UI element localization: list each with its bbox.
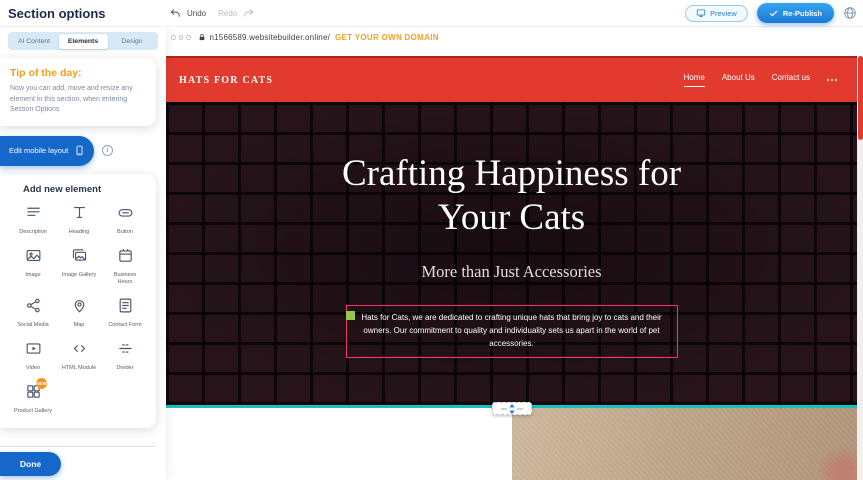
social-media-icon [25, 297, 42, 319]
site-logo[interactable]: HATS FOR CATS [179, 75, 273, 86]
element-tile-map[interactable]: Map [56, 297, 102, 329]
add-element-card: Add new element Description Heading Butt… [0, 174, 156, 429]
done-button[interactable]: Done [0, 452, 61, 476]
hero-title-line2: Your Cats [342, 196, 681, 240]
image-gallery-icon [71, 247, 88, 269]
element-tile-description[interactable]: Description [10, 204, 56, 236]
element-tile-business-hours[interactable]: Business Hours [102, 247, 148, 286]
topbar-actions: Preview Re-Publish [685, 3, 857, 23]
tip-body: Now you can add, move and resize any ele… [10, 84, 144, 116]
button-icon [117, 204, 134, 226]
edit-mobile-label: Edit mobile layout [9, 146, 68, 155]
site-preview: HATS FOR CATS Home About Us Contact us C… [166, 56, 857, 480]
redo-label[interactable]: Redo [218, 9, 237, 18]
redo-icon[interactable] [243, 8, 254, 19]
nav-more-icon[interactable] [827, 79, 837, 81]
hero-section[interactable]: Crafting Happiness for Your Cats More th… [166, 102, 857, 408]
site-url: n1566589.websitebuilder.online/ [210, 33, 331, 42]
video-icon [25, 340, 42, 362]
browser-bar: n1566589.websitebuilder.online/ GET YOUR… [166, 27, 863, 48]
resize-handle[interactable] [346, 311, 355, 320]
nav-item-contact[interactable]: Contact us [772, 73, 810, 87]
element-tile-product-gallery[interactable]: NEW Product Gallery [10, 383, 56, 415]
history-controls: Undo Redo [170, 8, 254, 19]
republish-label: Re-Publish [783, 9, 822, 18]
phone-icon [74, 143, 85, 158]
browser-dots [171, 35, 191, 40]
tip-heading: Tip of the day: [10, 67, 144, 79]
hero-paragraph-text: Hats for Cats, we are dedicated to craft… [361, 313, 661, 348]
contact-form-icon [117, 297, 134, 319]
browser-dot [171, 35, 176, 40]
arrows-icon [499, 404, 525, 414]
preview-button[interactable]: Preview [685, 5, 748, 22]
heading-icon [71, 204, 88, 226]
topbar: Section options Undo Redo Preview Re-Pub… [0, 0, 863, 27]
element-tile-heading[interactable]: Heading [56, 204, 102, 236]
undo-label[interactable]: Undo [187, 9, 206, 18]
preview-label: Preview [710, 9, 737, 18]
element-tile-social-media[interactable]: Social Media [10, 297, 56, 329]
left-panel: AI Content Elements Design Tip of the da… [0, 27, 166, 480]
hero-title[interactable]: Crafting Happiness for Your Cats [342, 152, 681, 239]
element-tile-image[interactable]: Image [10, 247, 56, 286]
tab-elements[interactable]: Elements [59, 34, 108, 49]
monitor-icon [696, 8, 706, 18]
get-domain-link[interactable]: GET YOUR OWN DOMAIN [335, 33, 439, 42]
business-hours-icon [117, 247, 134, 269]
site-nav: Home About Us Contact us [684, 58, 838, 102]
scrollbar-thumb[interactable] [858, 56, 863, 140]
panel-divider [0, 446, 156, 447]
tab-ai-content[interactable]: AI Content [10, 34, 59, 49]
element-tile-button[interactable]: Button [102, 204, 148, 236]
section-resize-handle[interactable] [492, 402, 532, 415]
info-icon[interactable]: i [102, 145, 113, 156]
lock-icon [198, 33, 206, 42]
element-tile-contact-form[interactable]: Contact Form [102, 297, 148, 329]
browser-dot [186, 35, 191, 40]
site-header[interactable]: HATS FOR CATS Home About Us Contact us [166, 56, 857, 102]
page-title: Section options [8, 6, 106, 21]
element-tile-video[interactable]: Video [10, 340, 56, 372]
html-module-icon [71, 340, 88, 362]
new-badge: NEW [36, 378, 47, 389]
hero-subtitle[interactable]: More than Just Accessories [421, 262, 601, 282]
hero-title-line1: Crafting Happiness for [342, 152, 681, 196]
next-section-image[interactable] [512, 408, 857, 480]
nav-item-home[interactable]: Home [684, 73, 705, 87]
globe-icon[interactable] [843, 6, 857, 20]
map-icon [71, 297, 88, 319]
panel-tabs: AI Content Elements Design [8, 32, 158, 50]
tip-of-the-day-card: Tip of the day: Now you can add, move an… [0, 58, 156, 126]
image-icon [25, 247, 42, 269]
page-scrollbar [857, 56, 863, 480]
tab-design[interactable]: Design [108, 34, 157, 49]
element-grid: Description Heading Button Image Image G… [10, 204, 148, 416]
browser-dot [179, 35, 184, 40]
nav-item-about[interactable]: About Us [722, 73, 755, 87]
check-icon [769, 9, 778, 18]
add-element-title: Add new element [23, 184, 156, 195]
editor-canvas: n1566589.websitebuilder.online/ GET YOUR… [166, 27, 863, 480]
edit-mobile-layout-button[interactable]: Edit mobile layout [0, 136, 94, 166]
hero-paragraph[interactable]: Hats for Cats, we are dedicated to craft… [346, 305, 678, 357]
republish-button[interactable]: Re-Publish [757, 3, 834, 23]
element-tile-html-module[interactable]: HTML Module [56, 340, 102, 372]
description-icon [25, 204, 42, 226]
element-tile-image-gallery[interactable]: Image Gallery [56, 247, 102, 286]
undo-icon[interactable] [170, 8, 181, 19]
element-tile-divider[interactable]: Divider [102, 340, 148, 372]
divider-icon [117, 340, 134, 362]
